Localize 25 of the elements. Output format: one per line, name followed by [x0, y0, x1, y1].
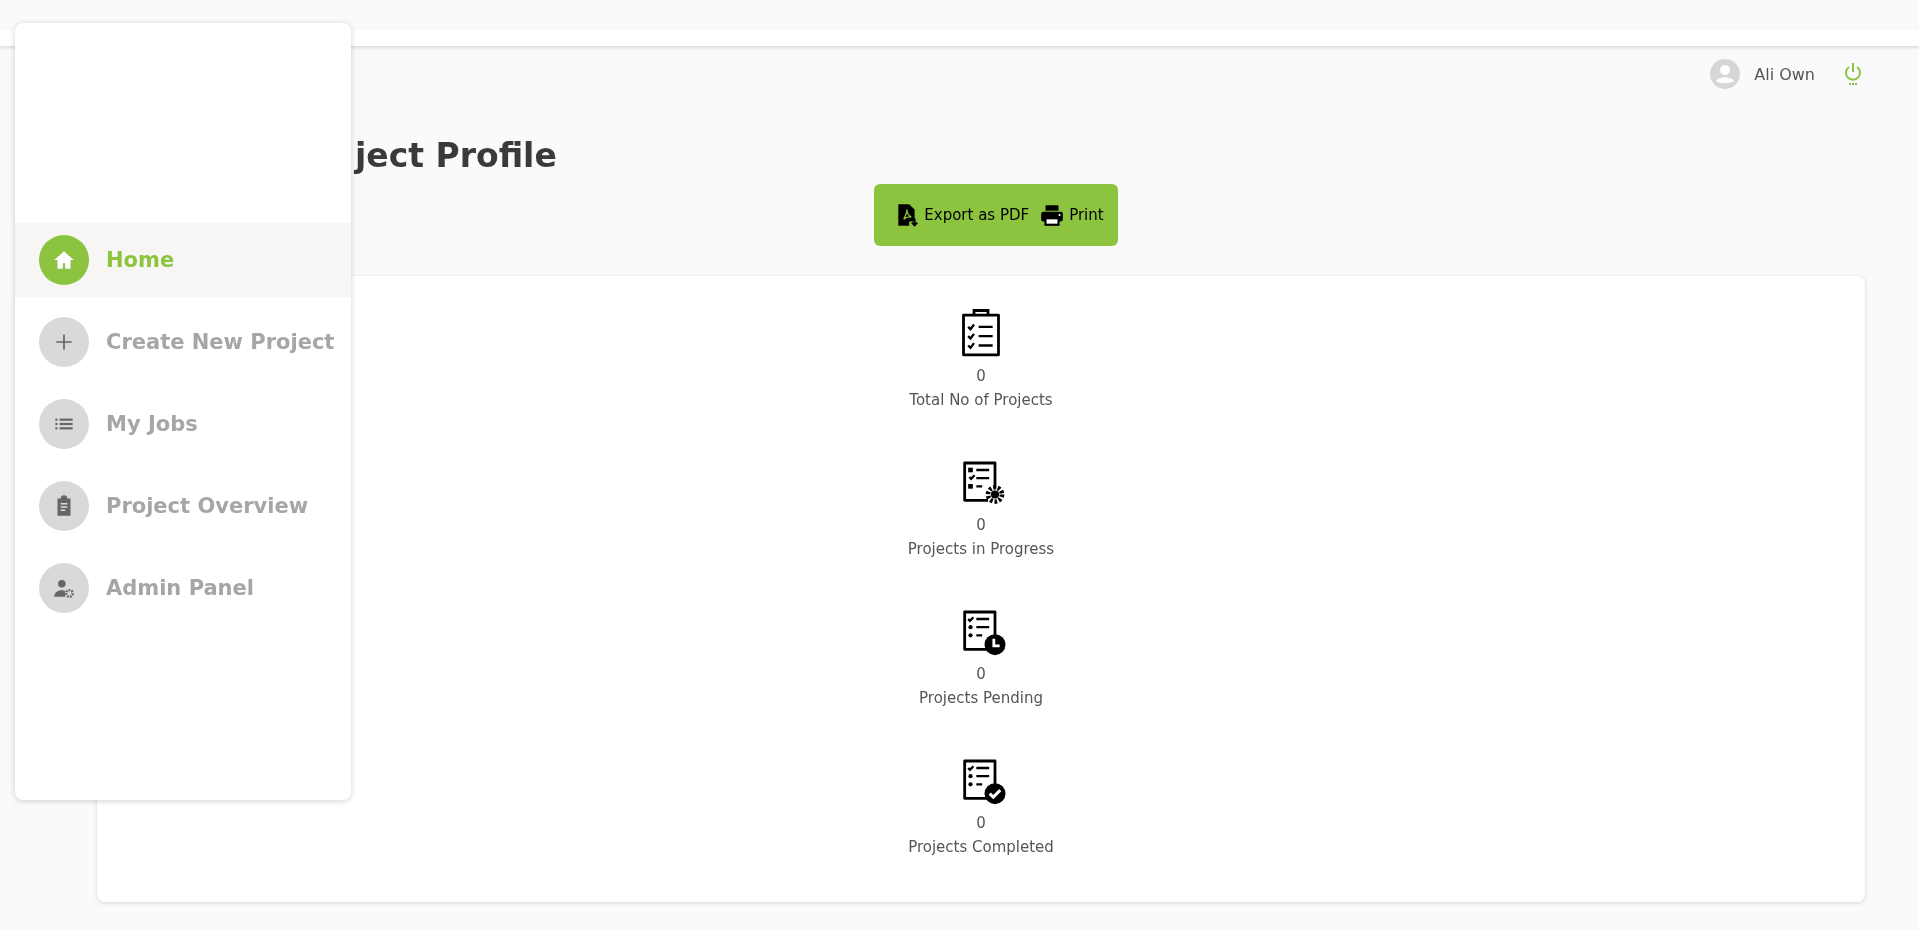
stat-label: Total No of Projects [909, 390, 1053, 411]
export-pdf-button[interactable]: Export as PDF [894, 202, 1030, 228]
stat-value: 0 [976, 813, 986, 834]
printer-icon [1039, 202, 1066, 228]
stat-value: 0 [976, 515, 986, 536]
stat-value: 0 [976, 664, 986, 685]
page-title: ject Profile [355, 136, 558, 176]
print-button[interactable]: Print [1039, 202, 1104, 228]
home-icon [39, 235, 89, 285]
sidebar-item[interactable]: Home [15, 223, 351, 297]
avatar-icon[interactable] [1710, 59, 1741, 89]
user-gear-icon [39, 563, 89, 613]
user-name[interactable]: Ali Own [1754, 64, 1815, 84]
plus-icon [39, 317, 89, 367]
clipboard-icon [39, 481, 89, 531]
sidebar-item[interactable]: My Jobs [15, 387, 351, 461]
sidebar-item[interactable]: Admin Panel [15, 551, 351, 625]
sidebar-item[interactable]: Project Overview [15, 469, 351, 543]
stat-label: Projects Pending [919, 688, 1043, 709]
power-icon[interactable] [1843, 62, 1863, 86]
list-icon [39, 399, 89, 449]
stat-value: 0 [976, 366, 986, 387]
stat-label: Projects in Progress [907, 539, 1055, 560]
stat-label: Projects Completed [908, 837, 1054, 858]
sidebar-item[interactable]: Create New Project [15, 305, 351, 379]
